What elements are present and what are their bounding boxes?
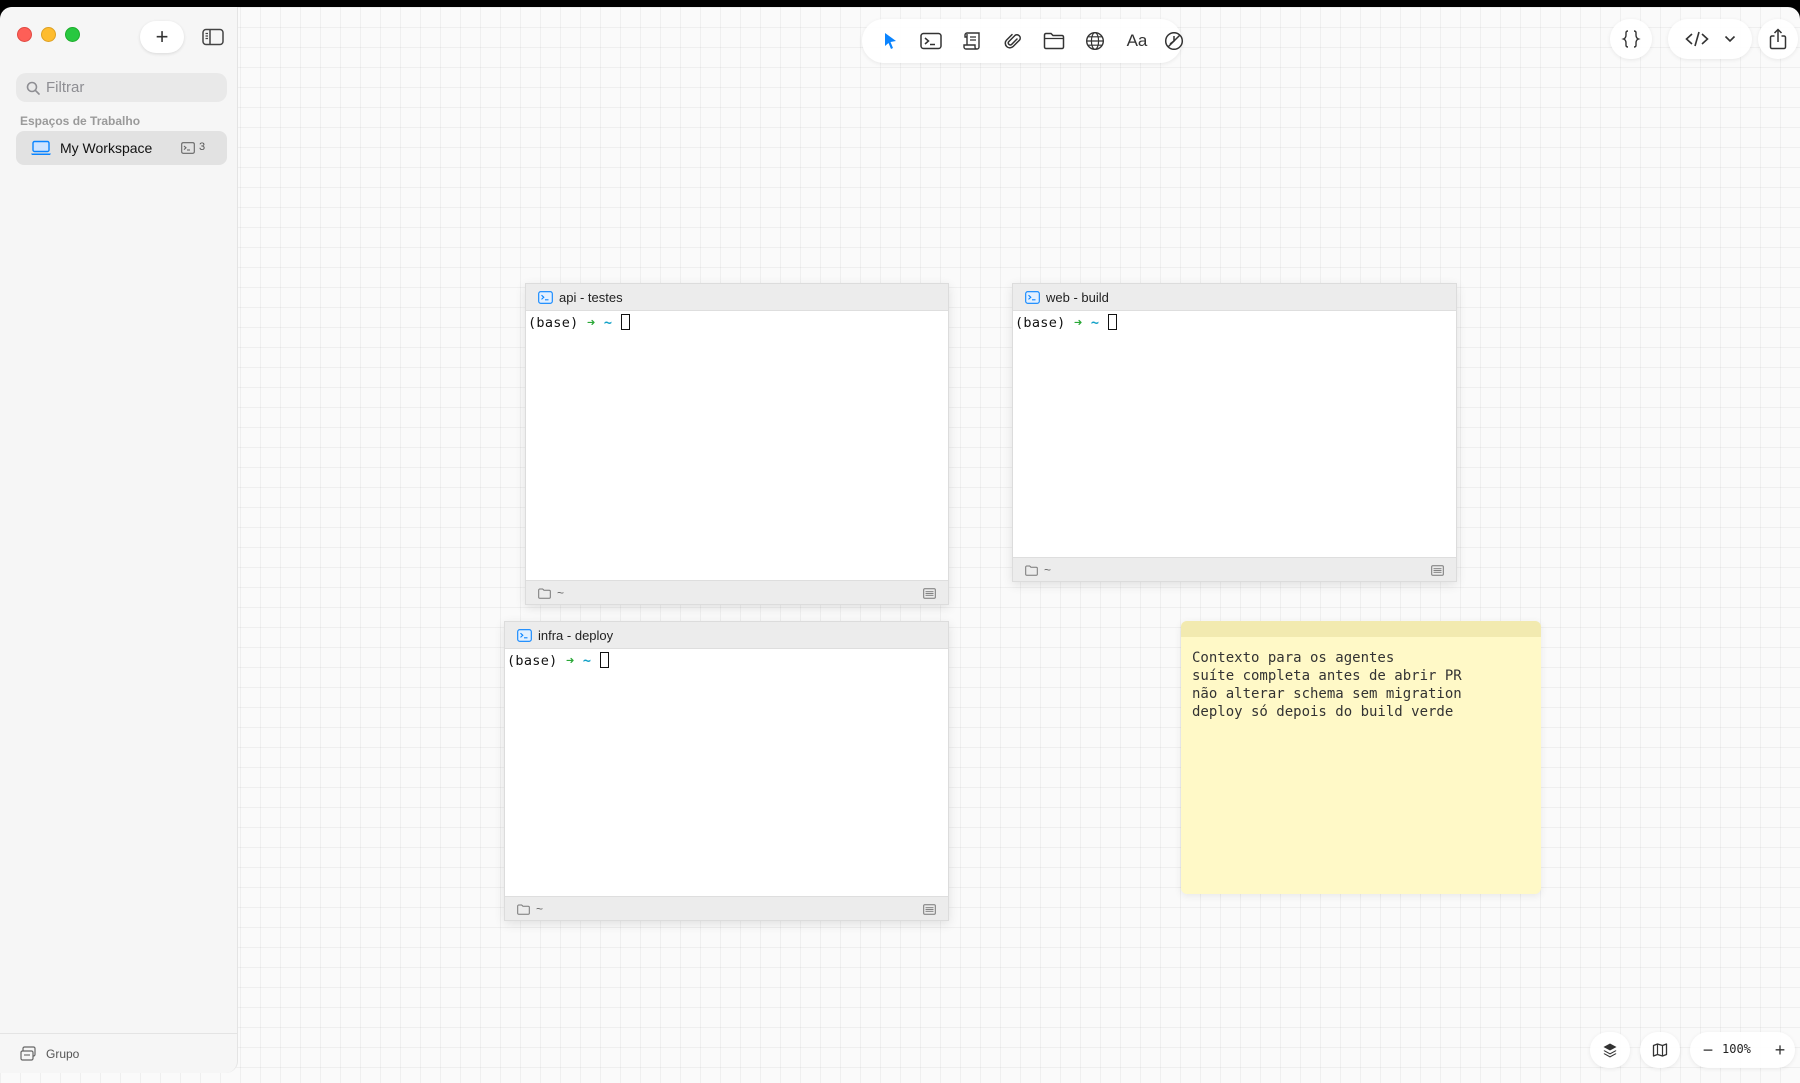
- zoom-controls: − 100% +: [1690, 1032, 1795, 1068]
- minimize-window-button[interactable]: [41, 27, 56, 42]
- sidebar-toggle-button[interactable]: [200, 24, 226, 50]
- canvas-toolbar: Aa: [862, 19, 1184, 63]
- sticky-note-drag-handle[interactable]: [1181, 621, 1541, 637]
- maximize-window-button[interactable]: [65, 27, 80, 42]
- terminal-cwd: ~: [536, 902, 544, 916]
- code-icon: [1685, 31, 1709, 47]
- text-cursor: [620, 314, 630, 330]
- minimap-button[interactable]: [1640, 1032, 1680, 1068]
- code-menu-button[interactable]: [1668, 19, 1752, 59]
- attach-tool[interactable]: [1001, 29, 1025, 53]
- text-cursor: [599, 652, 609, 668]
- workspaces-section-label: Espaços de Trabalho: [20, 114, 141, 128]
- sticky-note[interactable]: Contexto para os agentes suíte completa …: [1181, 621, 1541, 894]
- folder-icon: [1025, 565, 1038, 576]
- terminal-title: infra - deploy: [538, 628, 614, 643]
- terminal-icon: [538, 291, 553, 304]
- group-icon: [20, 1046, 36, 1061]
- timer-tool[interactable]: [1162, 29, 1186, 53]
- pointer-icon: [885, 33, 896, 49]
- terminal-header[interactable]: infra - deploy: [505, 622, 948, 649]
- group-button[interactable]: Grupo: [0, 1033, 237, 1073]
- prompt-env: (base): [507, 653, 558, 669]
- folder-icon: [517, 904, 530, 915]
- terminal-output[interactable]: (base) ➜ ~: [505, 649, 948, 896]
- folder-icon: [1043, 32, 1065, 50]
- terminal-footer: ~: [1013, 557, 1456, 581]
- prompt-arrow: ➜: [566, 653, 575, 669]
- braces-icon: [1621, 30, 1641, 48]
- terminal-footer: ~: [526, 580, 948, 604]
- text-icon: Aa: [1126, 31, 1148, 50]
- terminal-footer: ~: [505, 896, 948, 920]
- terminal-window-api-testes[interactable]: api - testes (base) ➜ ~ ~: [525, 283, 949, 605]
- prompt-dir: ~: [1090, 315, 1100, 331]
- pointer-tool[interactable]: [878, 29, 902, 53]
- close-window-button[interactable]: [17, 27, 32, 42]
- browser-tool[interactable]: [1083, 29, 1107, 53]
- clock-icon: [1164, 31, 1184, 51]
- workspace-terminal-count: 3: [199, 141, 206, 153]
- zoom-in-button[interactable]: +: [1770, 1038, 1790, 1062]
- text-tool[interactable]: Aa: [1122, 29, 1152, 53]
- sidebar-icon: [202, 28, 224, 46]
- map-icon: [1652, 1043, 1668, 1057]
- terminal-icon: [920, 32, 942, 50]
- sidebar-item-my-workspace[interactable]: My Workspace 3: [16, 131, 227, 165]
- terminal-title: api - testes: [559, 290, 623, 305]
- terminal-output[interactable]: (base) ➜ ~: [1013, 311, 1456, 557]
- paperclip-icon: [1004, 33, 1021, 49]
- sticky-note-text[interactable]: Contexto para os agentes suíte completa …: [1192, 649, 1531, 721]
- globe-icon: [1085, 31, 1105, 51]
- braces-button[interactable]: [1610, 19, 1652, 59]
- terminal-window-infra-deploy[interactable]: infra - deploy (base) ➜ ~ ~: [504, 621, 949, 921]
- prompt-dir: ~: [582, 653, 592, 669]
- terminal-count-icon: [181, 142, 195, 154]
- prompt-env: (base): [1015, 315, 1066, 331]
- terminal-window-web-build[interactable]: web - build (base) ➜ ~ ~: [1012, 283, 1457, 582]
- terminal-icon: [1025, 291, 1040, 304]
- search-icon: [26, 81, 40, 95]
- terminal-header[interactable]: web - build: [1013, 284, 1456, 311]
- share-button[interactable]: [1758, 19, 1798, 59]
- search-box: [16, 73, 227, 102]
- terminal-tool[interactable]: [919, 29, 943, 53]
- search-input[interactable]: [46, 79, 216, 96]
- list-icon[interactable]: [1431, 565, 1444, 576]
- app-window: + Espaços de Trabalho My Worksp: [0, 7, 1800, 1083]
- note-line: Contexto para os agentes: [1192, 650, 1395, 666]
- list-icon[interactable]: [923, 904, 936, 915]
- list-icon[interactable]: [923, 588, 936, 599]
- note-line: não alterar schema sem migration: [1192, 686, 1462, 702]
- laptop-icon: [31, 140, 51, 155]
- chevron-down-icon: [1724, 35, 1736, 43]
- folder-tool[interactable]: [1042, 29, 1066, 53]
- folder-icon: [538, 588, 551, 599]
- sidebar: + Espaços de Trabalho My Worksp: [0, 7, 238, 1073]
- script-icon: [963, 32, 980, 50]
- prompt-env: (base): [528, 315, 579, 331]
- workspace-name: My Workspace: [60, 140, 153, 156]
- terminal-title: web - build: [1046, 290, 1109, 305]
- share-icon: [1769, 28, 1787, 50]
- terminal-header[interactable]: api - testes: [526, 284, 948, 311]
- text-cursor: [1107, 314, 1117, 330]
- terminal-cwd: ~: [1044, 563, 1052, 577]
- layers-icon: [1603, 1043, 1617, 1058]
- zoom-level: 100%: [1722, 1042, 1751, 1056]
- prompt-dir: ~: [603, 315, 613, 331]
- note-line: deploy só depois do build verde: [1192, 704, 1454, 720]
- new-button[interactable]: +: [140, 21, 184, 53]
- zoom-out-button[interactable]: −: [1698, 1038, 1718, 1062]
- group-label: Grupo: [46, 1047, 80, 1061]
- prompt-arrow: ➜: [1074, 315, 1083, 331]
- note-line: suíte completa antes de abrir PR: [1192, 668, 1462, 684]
- layers-button[interactable]: [1590, 1032, 1630, 1068]
- script-tool[interactable]: [960, 29, 984, 53]
- terminal-output[interactable]: (base) ➜ ~: [526, 311, 948, 580]
- terminal-icon: [517, 629, 532, 642]
- prompt-arrow: ➜: [587, 315, 596, 331]
- terminal-cwd: ~: [557, 586, 565, 600]
